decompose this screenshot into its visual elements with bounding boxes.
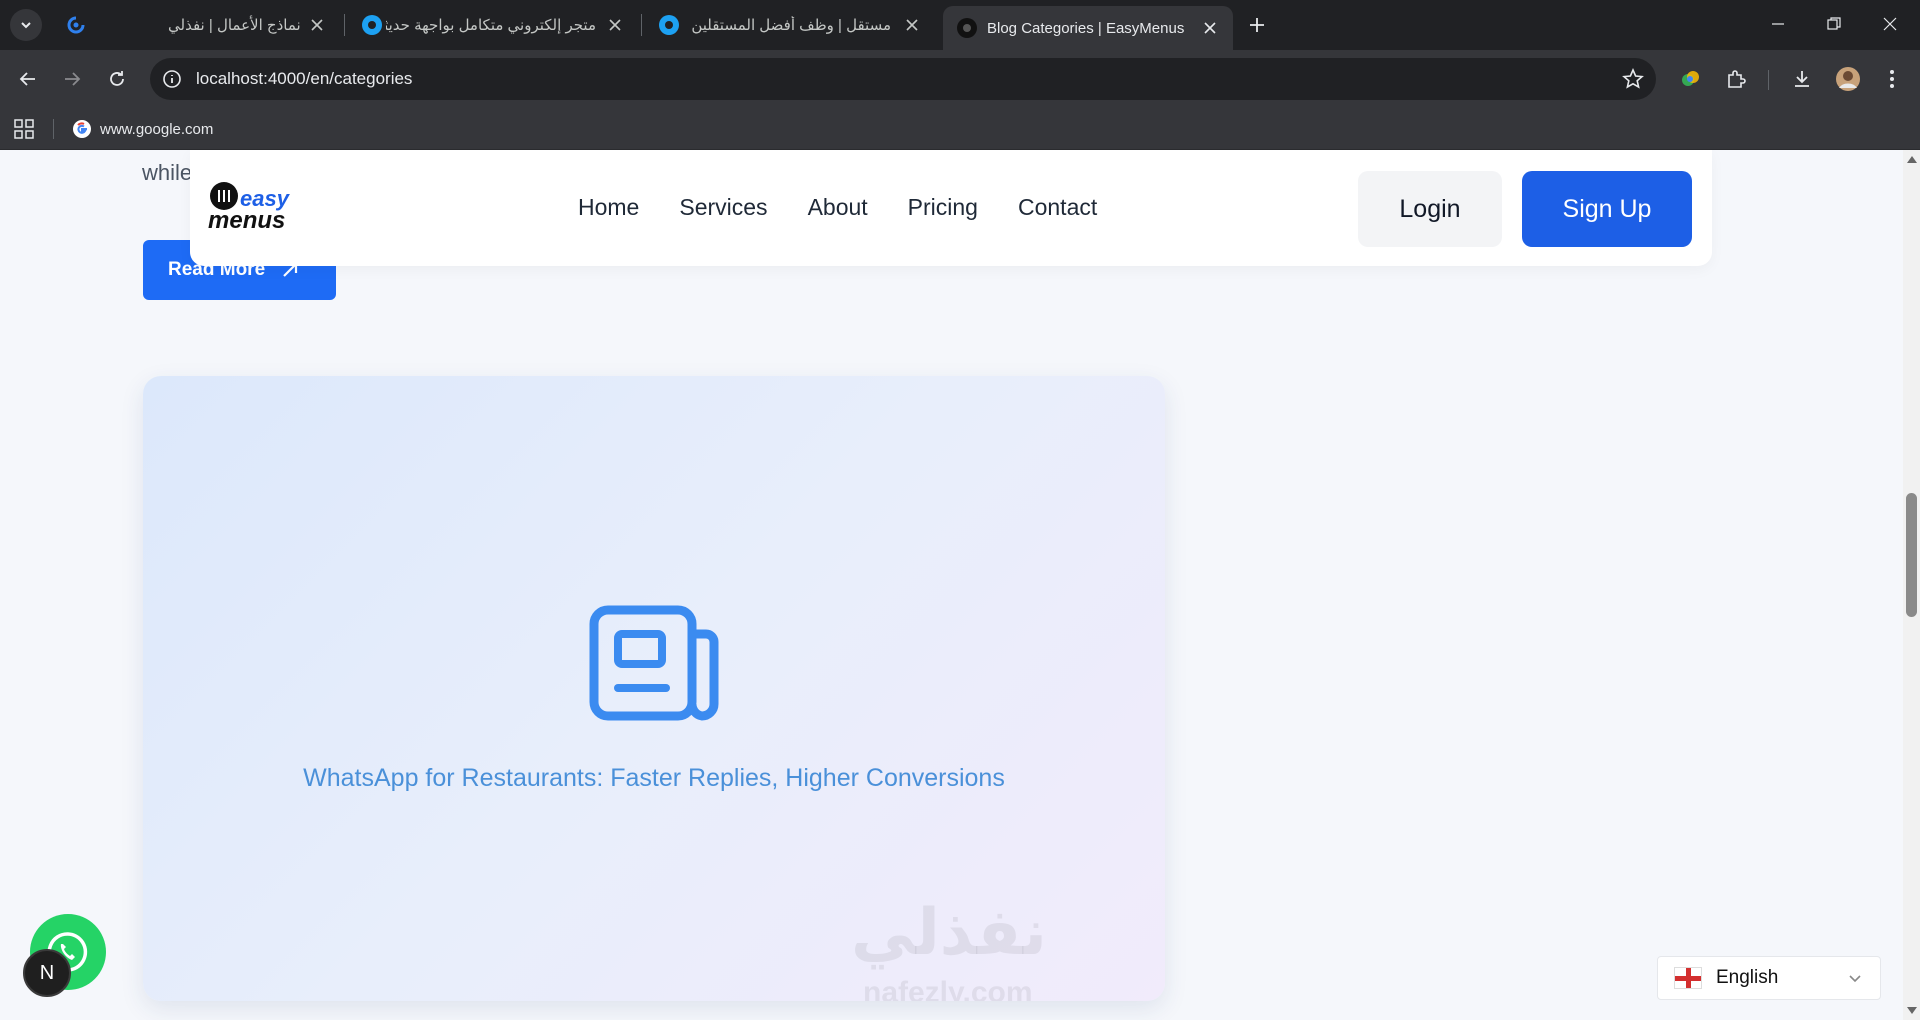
scrollbar-thumb[interactable] [1906,493,1917,617]
nav-home[interactable]: Home [578,194,639,221]
bookmarks-divider [53,119,54,139]
bookmark-google[interactable]: www.google.com [72,116,213,142]
blog-post-title[interactable]: WhatsApp for Restaurants: Faster Replies… [143,764,1165,793]
tab-separator [344,14,345,36]
mostaql-favicon-icon [659,15,679,35]
tab-nafezly-portfolio[interactable]: نماذج الأعمال | نفذلي [52,6,340,44]
browser-toolbar: localhost:4000/en/categories [0,50,1920,108]
toolbar-divider [1768,70,1769,90]
previous-post-excerpt: while [142,160,193,185]
arrow-right-icon [65,72,81,86]
svg-text:menus: menus [208,207,285,232]
google-lens-extension-icon[interactable] [1674,63,1706,95]
back-button[interactable] [12,63,44,95]
page-viewport: while Read More easy menus Home Services… [0,150,1920,1020]
scroll-up-arrow-icon[interactable] [1907,156,1917,163]
tab-title: مستقل | وظف أفضل المستقلين [691,17,891,34]
site-info-icon[interactable] [162,69,182,94]
plus-icon [1250,18,1264,32]
restore-icon [1827,17,1841,30]
tab-title: Blog Categories | EasyMenus [987,19,1185,37]
address-bar[interactable]: localhost:4000/en/categories [150,58,1656,100]
tab-separator [641,14,642,36]
nav-contact[interactable]: Contact [1018,194,1097,221]
easymenus-logo[interactable]: easy menus [206,180,306,234]
bookmark-star-icon[interactable] [1622,67,1644,95]
minimize-icon [1772,23,1784,25]
minimize-button[interactable] [1750,0,1806,48]
page-scrollbar[interactable] [1903,150,1920,1020]
easymenus-logo-icon: easy menus [208,182,291,234]
site-header: easy menus Home Services About Pricing C… [190,150,1712,266]
tab-ecommerce-store[interactable]: متجر إلكتروني متكامل بواجهة حديثة [348,6,638,44]
nafezly-watermark: نفذلي [851,896,1047,970]
new-tab-button[interactable] [1243,11,1271,39]
chevron-down-icon [1849,975,1861,983]
forward-button[interactable] [56,63,88,95]
close-tab-icon[interactable] [308,16,326,34]
login-button[interactable]: Login [1358,171,1502,247]
tab-mostaql[interactable]: مستقل | وظف أفضل المستقلين [645,6,935,44]
profile-avatar-icon[interactable] [1832,63,1864,95]
more-menu-icon[interactable] [1876,63,1908,95]
blog-post-card[interactable]: WhatsApp for Restaurants: Faster Replies… [143,376,1165,1001]
chevron-down-icon [21,22,31,29]
extensions-puzzle-icon[interactable] [1720,63,1752,95]
close-tab-icon[interactable] [1201,19,1219,37]
apps-grid-icon[interactable] [14,119,34,144]
nav-services[interactable]: Services [679,194,767,221]
bookmarks-bar: www.google.com [0,108,1920,150]
tab-search-button[interactable] [10,9,42,41]
newspaper-icon [588,604,720,727]
easymenus-favicon-icon [957,18,977,38]
nafezly-favicon-icon [66,15,86,35]
close-tab-icon[interactable] [903,16,921,34]
nav-pricing[interactable]: Pricing [908,194,978,221]
england-flag-icon [1674,967,1702,989]
downloads-icon[interactable] [1786,63,1818,95]
tab-blog-categories[interactable]: Blog Categories | EasyMenus [943,6,1233,50]
close-tab-icon[interactable] [606,16,624,34]
bookmark-label: www.google.com [100,120,214,138]
nafezly-watermark-url: nafezly.com [863,976,1033,1001]
language-selector[interactable]: English [1657,956,1881,1000]
tab-strip: نماذج الأعمال | نفذلي متجر إلكتروني متكا… [0,0,1920,50]
url-text: localhost:4000/en/categories [196,69,413,88]
tab-title: نماذج الأعمال | نفذلي [168,17,301,34]
restore-button[interactable] [1806,0,1862,48]
tab-title: متجر إلكتروني متكامل بواجهة حديثة [386,17,596,34]
arrow-left-icon [19,72,35,86]
close-window-button[interactable] [1862,0,1918,48]
reload-icon [110,71,124,86]
signup-button[interactable]: Sign Up [1522,171,1692,247]
close-icon [1883,17,1897,31]
google-g-icon [72,119,92,139]
main-nav: Home Services About Pricing Contact [578,194,1097,221]
language-label: English [1716,967,1779,988]
mostaql-favicon-icon [362,15,382,35]
scroll-down-arrow-icon[interactable] [1907,1007,1917,1014]
nafezly-chat-badge[interactable]: N [23,949,71,997]
nav-about[interactable]: About [808,194,868,221]
reload-button[interactable] [101,63,133,95]
